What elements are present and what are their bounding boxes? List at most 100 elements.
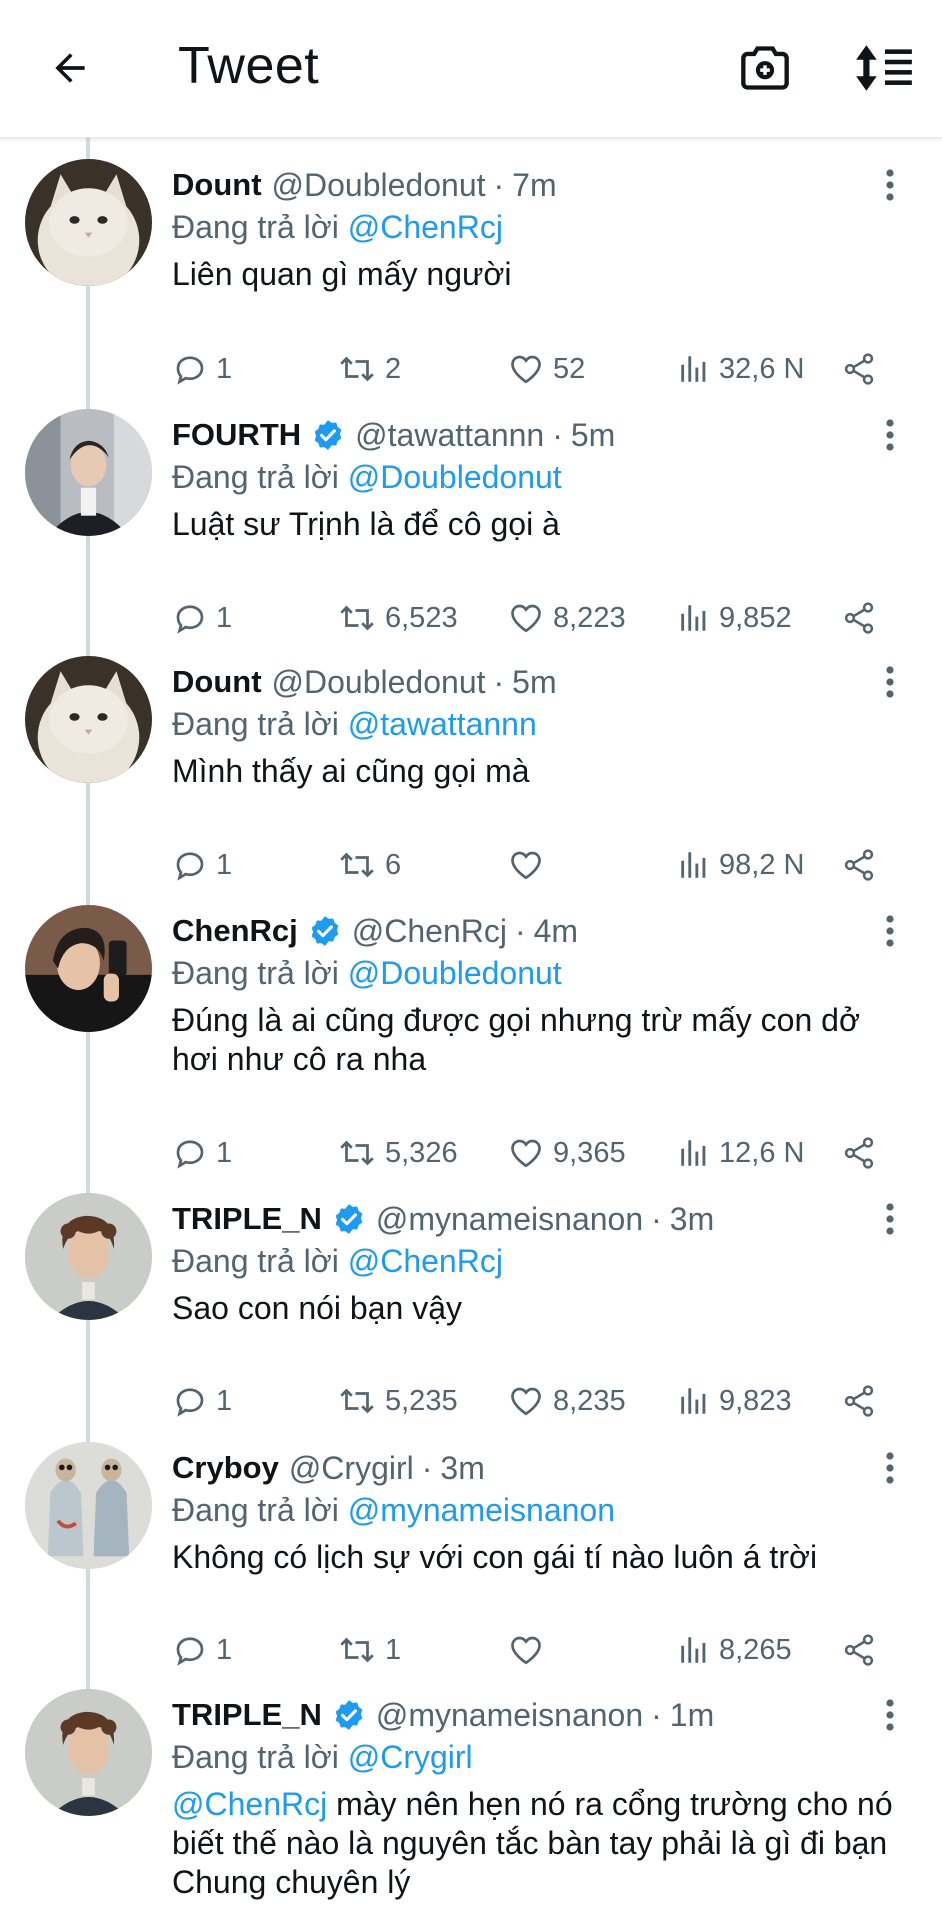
retweet-button[interactable]: 6 [337,843,401,887]
views-button[interactable]: 32,6 N [677,347,804,391]
share-icon [844,602,874,634]
avatar[interactable] [25,905,152,1032]
author-handle[interactable]: @Doubledonut [272,662,486,702]
share-button[interactable] [840,843,878,887]
share-button[interactable] [840,1379,878,1423]
author-name[interactable]: Dount [172,165,262,205]
retweet-count: 2 [385,352,402,385]
retweet-icon [340,1388,374,1414]
like-button[interactable]: 8,223 [507,596,626,640]
author-name[interactable]: FOURTH [172,415,301,455]
views-button[interactable]: 9,852 [677,596,792,640]
tweet-header: TRIPLE_N @mynameisnanon · 1m [172,1695,714,1735]
author-name[interactable]: Cryboy [172,1448,279,1488]
more-options-button[interactable] [870,415,910,455]
avatar[interactable] [25,409,152,536]
like-count: 52 [553,352,586,385]
share-icon [844,1385,874,1417]
avatar[interactable] [25,656,152,783]
more-options-button[interactable] [870,911,910,951]
replying-to-label: Đang trả lời [172,209,348,245]
reply-button[interactable]: 1 [172,347,232,391]
retweet-button[interactable]: 1 [337,1628,401,1672]
separator-dot: · [493,664,505,700]
replying-to: Đang trả lời @Doubledonut [172,457,562,497]
separator-dot: · [421,1450,433,1486]
author-handle[interactable]: @Crygirl [289,1448,414,1488]
views-button[interactable]: 12,6 N [677,1131,804,1175]
views-button[interactable]: 9,823 [677,1379,792,1423]
reply-button[interactable]: 1 [172,1628,232,1672]
avatar[interactable] [25,159,152,286]
tweet-timestamp: 3m [440,1450,485,1486]
verified-badge-icon [335,1204,363,1234]
separator-dot: · [651,1697,662,1733]
avatar[interactable] [25,1689,152,1816]
more-options-button[interactable] [870,1695,910,1735]
like-button[interactable]: 8,235 [507,1379,626,1423]
views-count: 9,823 [719,1384,792,1417]
more-options-button[interactable] [870,662,910,702]
replying-to: Đang trả lời @mynameisnanon [172,1490,615,1530]
like-button[interactable]: 52 [507,347,585,391]
more-vertical-icon [886,1452,894,1484]
views-count: 32,6 N [719,352,805,385]
camera-button[interactable] [735,38,795,98]
author-name[interactable]: TRIPLE_N [172,1199,322,1239]
back-button[interactable] [40,38,100,98]
author-name[interactable]: ChenRcj [172,911,298,951]
tweet-timestamp: 3m [669,1201,715,1237]
avatar[interactable] [25,1442,152,1569]
reply-button[interactable]: 1 [172,1379,232,1423]
views-button[interactable]: 98,2 N [677,843,804,887]
retweet-icon [340,356,374,382]
reply-button[interactable]: 1 [172,1131,232,1175]
retweet-button[interactable]: 5,326 [337,1131,458,1175]
tweet-header: Cryboy @Crygirl · 3m [172,1448,485,1488]
reply-bubble-icon [176,605,204,634]
share-button[interactable] [840,596,878,640]
like-button[interactable] [507,1628,545,1672]
replying-to-link[interactable]: @ChenRcj [348,1243,503,1279]
author-handle[interactable]: @ChenRcj [352,911,507,951]
tweet-actions: 1 5,326 9,365 12,6 N [172,1131,892,1175]
share-button[interactable] [840,347,878,391]
replying-to-link[interactable]: @Doubledonut [348,459,562,495]
replying-to-link[interactable]: @tawattannn [348,706,537,742]
author-handle[interactable]: @tawattannn [355,415,544,455]
more-options-button[interactable] [870,1448,910,1488]
tweet-actions: 1 6,523 8,223 9,852 [172,596,892,640]
share-button[interactable] [840,1131,878,1175]
views-chart-icon [681,1637,706,1663]
like-button[interactable] [507,843,545,887]
tweet-text: Sao con nói bạn vậy [172,1290,462,1326]
retweet-button[interactable]: 5,235 [337,1379,458,1423]
views-count: 9,852 [719,601,792,634]
avatar[interactable] [25,1193,152,1320]
author-handle[interactable]: @mynameisnanon [376,1695,643,1735]
sort-button[interactable] [850,38,920,98]
views-chart-icon [681,356,706,382]
reply-button[interactable]: 1 [172,843,232,887]
retweet-icon [340,1637,374,1663]
author-name[interactable]: Dount [172,662,262,702]
mention-link[interactable]: @ChenRcj [172,1786,327,1822]
reply-button[interactable]: 1 [172,596,232,640]
like-count: 9,365 [553,1136,626,1169]
replying-to-link[interactable]: @Crygirl [348,1739,473,1775]
more-options-button[interactable] [870,1199,910,1239]
retweet-button[interactable]: 6,523 [337,596,458,640]
replying-to-link[interactable]: @mynameisnanon [348,1492,615,1528]
author-name[interactable]: TRIPLE_N [172,1695,322,1735]
replying-to-link[interactable]: @Doubledonut [348,955,562,991]
views-button[interactable]: 8,265 [677,1628,792,1672]
retweet-button[interactable]: 2 [337,347,401,391]
replying-to-link[interactable]: @ChenRcj [348,209,503,245]
author-handle[interactable]: @mynameisnanon [376,1199,643,1239]
camera-plus-icon [741,46,789,90]
more-options-button[interactable] [870,165,910,205]
share-button[interactable] [840,1628,878,1672]
reply-count: 1 [216,1136,233,1169]
like-button[interactable]: 9,365 [507,1131,626,1175]
author-handle[interactable]: @Doubledonut [272,165,486,205]
